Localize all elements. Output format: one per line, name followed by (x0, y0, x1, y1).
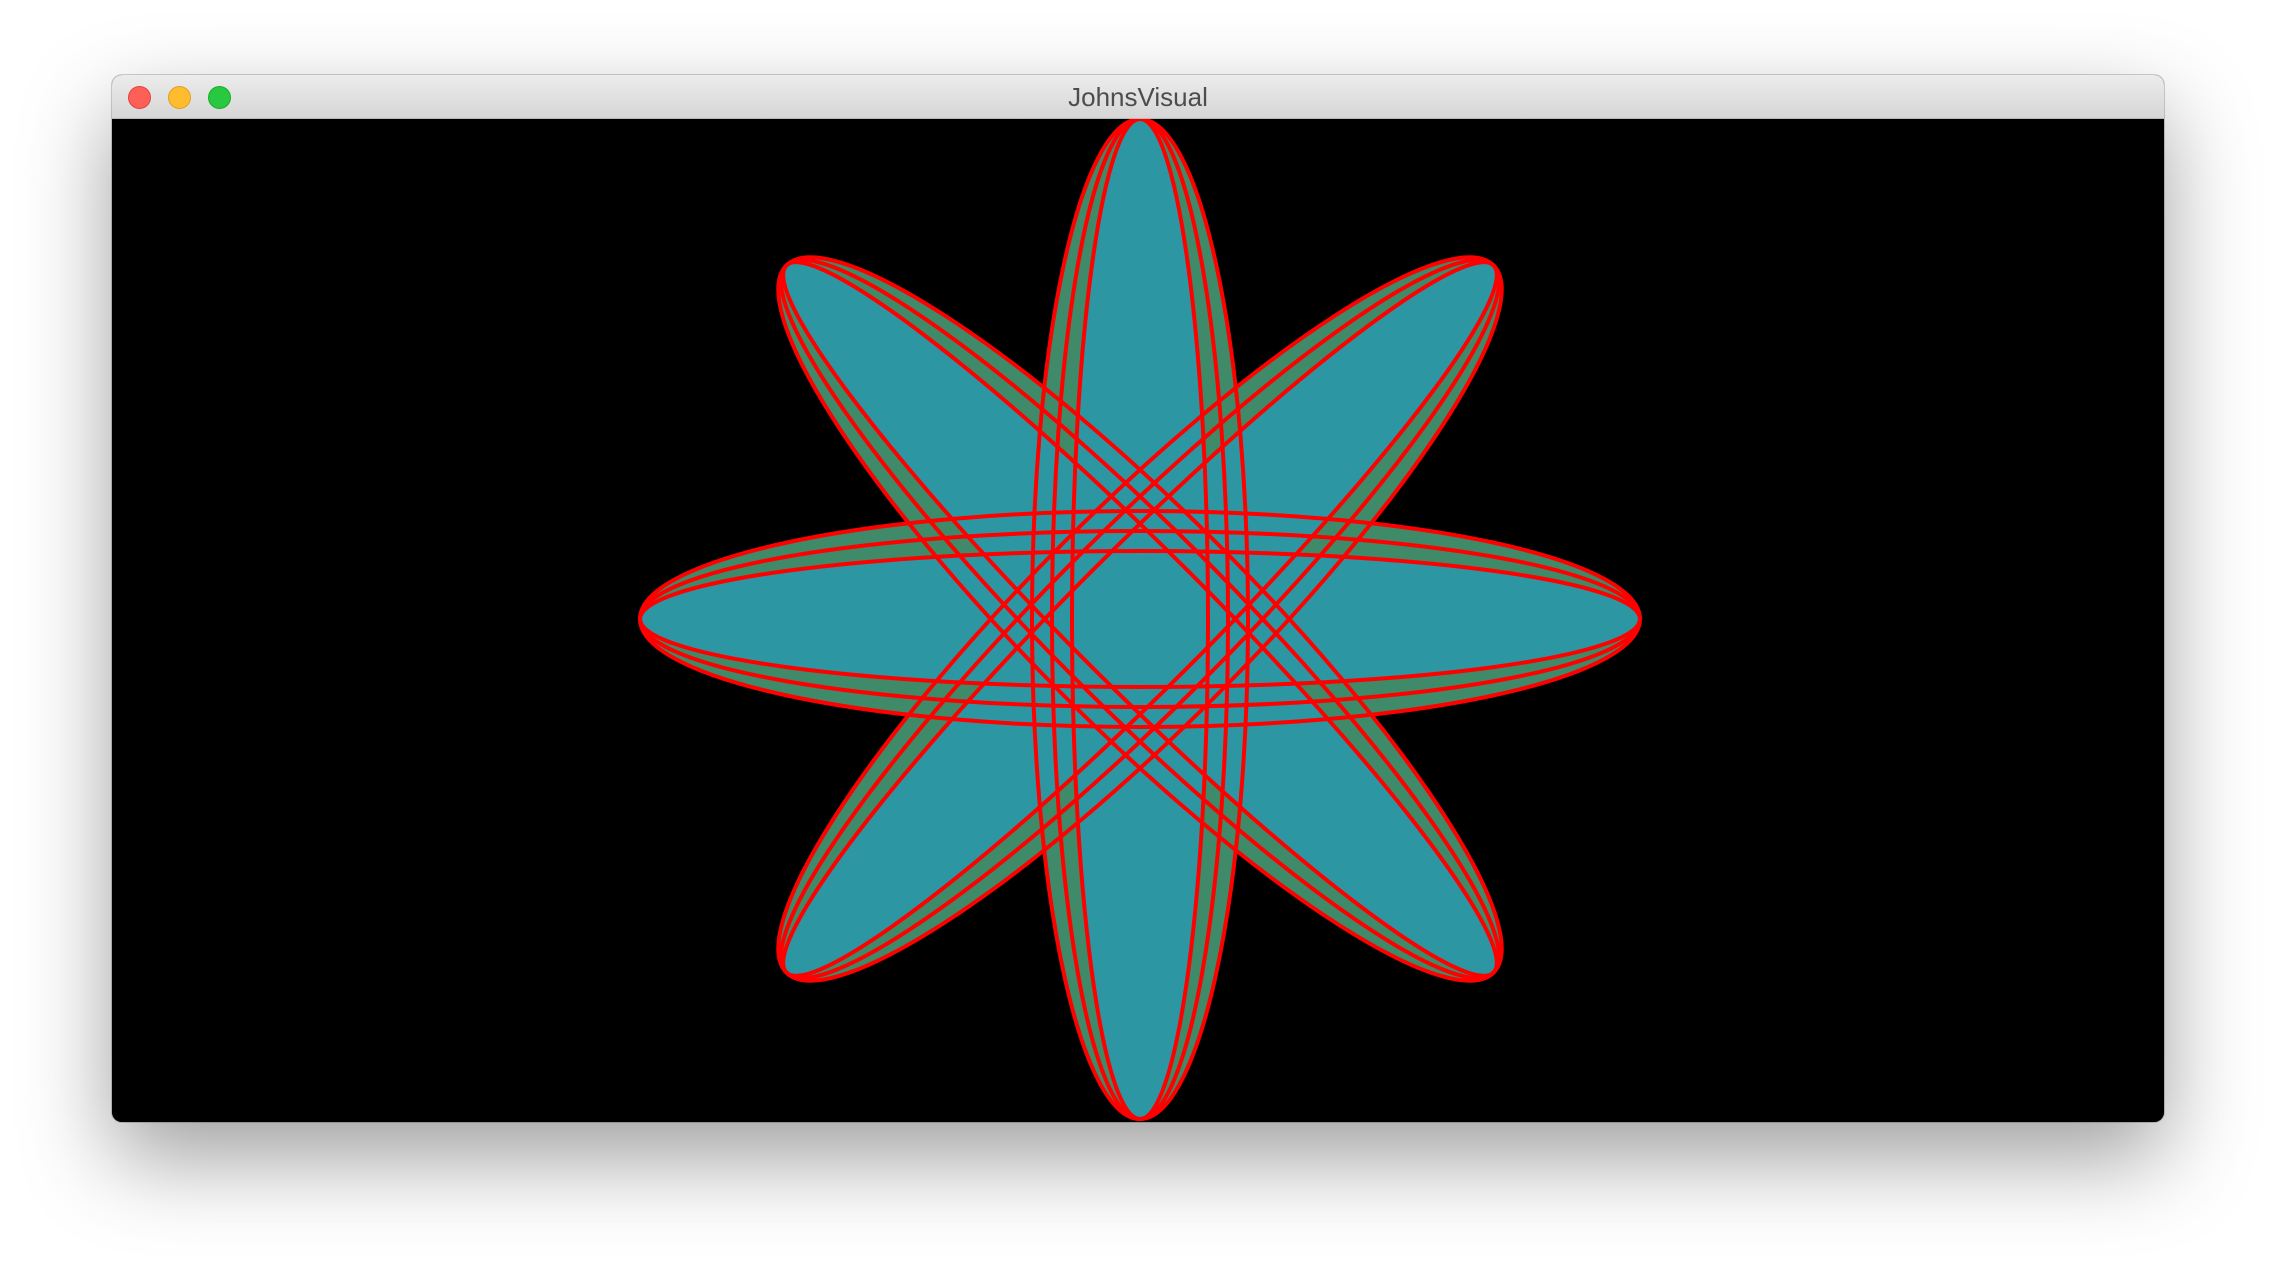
drawing-canvas (112, 119, 2164, 1122)
app-window: JohnsVisual (112, 75, 2164, 1122)
petal-fills (640, 119, 1640, 1119)
window-title: JohnsVisual (1068, 82, 1208, 112)
title-bar[interactable]: JohnsVisual (112, 75, 2164, 119)
flower-drawing (638, 119, 1642, 1121)
